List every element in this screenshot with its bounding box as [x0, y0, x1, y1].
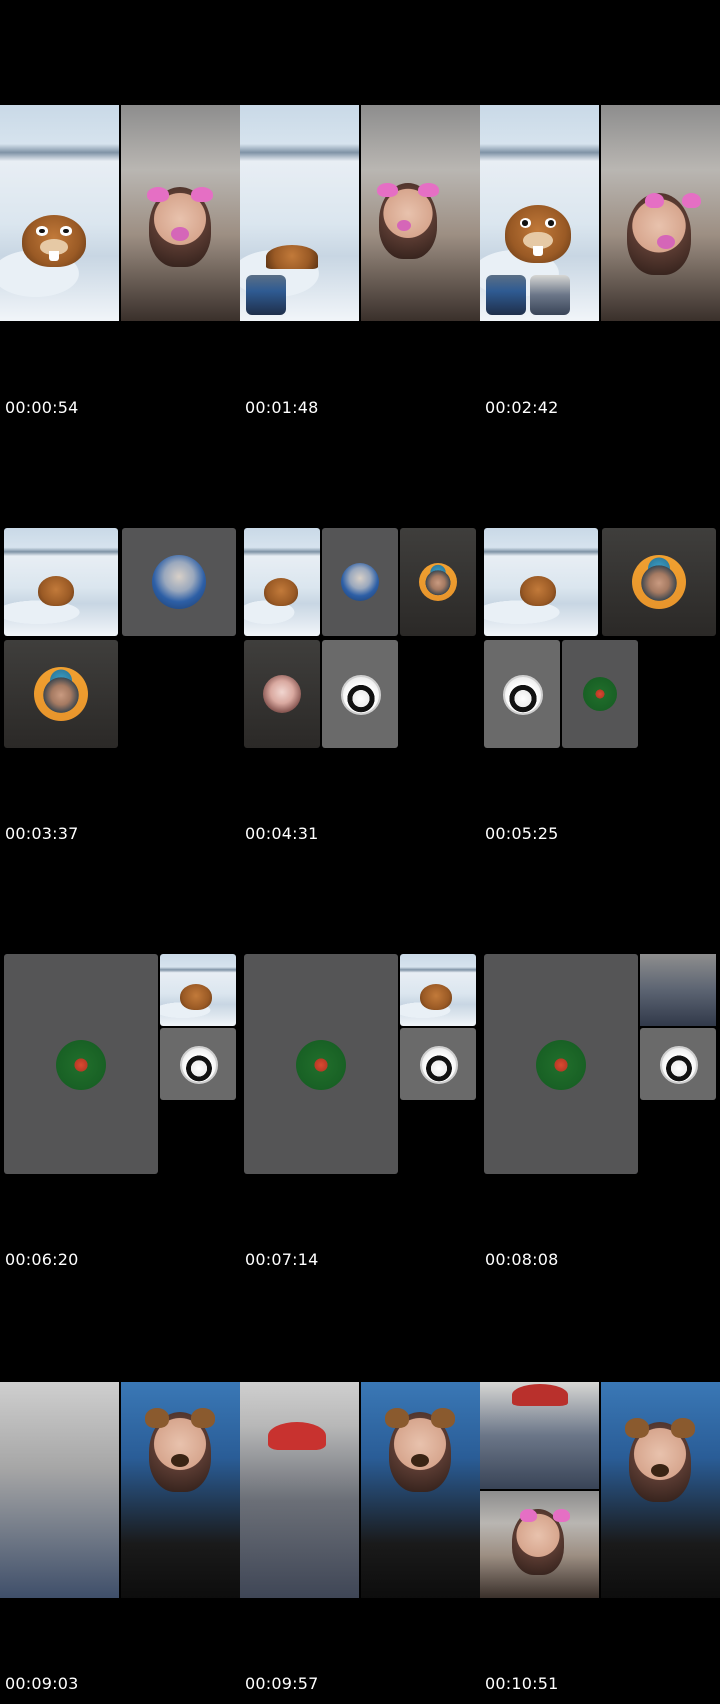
- tile-main-green: [244, 954, 398, 1174]
- participant-avatar: [503, 675, 543, 715]
- tile-girl-dog-filter: [121, 1382, 240, 1598]
- beaver-avatar: [264, 578, 298, 606]
- tile-beaver-snow: [0, 105, 119, 321]
- nose-filter: [651, 1464, 669, 1477]
- tile-beaver-snow: [484, 528, 598, 636]
- tile-girl-filter: [480, 1491, 599, 1598]
- tile-participant-bw: [400, 1028, 476, 1100]
- timestamp: 00:08:08: [485, 1250, 559, 1269]
- tile-mini-self: [246, 275, 286, 315]
- timestamp: 00:10:51: [485, 1674, 559, 1693]
- tile-beaver-snow: [4, 528, 118, 636]
- beaver-avatar: [266, 245, 318, 269]
- dog-ears-filter: [625, 1418, 695, 1446]
- tile-participant-bw: [322, 640, 398, 748]
- beaver-avatar: [22, 215, 86, 267]
- tile-girl-dog-filter: [601, 1382, 720, 1598]
- nose-filter: [411, 1454, 429, 1467]
- tile-participant-pink: [244, 640, 320, 748]
- participant-avatar: [34, 667, 88, 721]
- red-cap: [268, 1422, 326, 1450]
- bunny-ears-filter: [520, 1509, 570, 1527]
- participant-avatar: [263, 675, 301, 713]
- dog-ears-filter: [145, 1408, 215, 1436]
- thumbnail-10[interactable]: 00:09:03: [0, 1278, 240, 1704]
- participant-avatar: [632, 555, 686, 609]
- participant-avatar: [583, 677, 617, 711]
- tile-beaver-snow: [480, 105, 599, 321]
- thumbnail-7[interactable]: 00:06:20: [0, 852, 240, 1278]
- timestamp: 00:00:54: [5, 398, 79, 417]
- tile-participant-green: [562, 640, 638, 748]
- thumbnail-9[interactable]: 00:08:08: [480, 852, 720, 1278]
- participant-avatar: [660, 1046, 698, 1084]
- nose-filter: [171, 227, 189, 241]
- bunny-ears-filter: [377, 183, 439, 203]
- tile-participant-sunglasses: [480, 1382, 599, 1489]
- thumbnail-1[interactable]: 00:00:54: [0, 0, 240, 426]
- nose-filter: [397, 220, 411, 231]
- tile-girl-filter: [601, 105, 720, 321]
- tile-participant-cap: [4, 640, 118, 748]
- tile-participant-hood: [640, 954, 716, 1026]
- thumbnail-2[interactable]: 00:01:48: [240, 0, 480, 426]
- timestamp: 00:04:31: [245, 824, 319, 843]
- beaver-avatar: [38, 576, 74, 606]
- tile-participant-blue: [122, 528, 236, 636]
- thumbnail-6[interactable]: 00:05:25: [480, 426, 720, 852]
- tile-participant-redcap: [240, 1382, 359, 1598]
- tile-participant-bw: [640, 1028, 716, 1100]
- thumbnail-3[interactable]: 00:02:42: [480, 0, 720, 426]
- participant-avatar: [296, 1040, 346, 1090]
- tile-beaver-snow: [240, 105, 359, 321]
- tile-beaver-snow: [244, 528, 320, 636]
- tile-beaver-snow: [400, 954, 476, 1026]
- bunny-ears-filter: [645, 193, 701, 215]
- tile-main-green: [484, 954, 638, 1174]
- timestamp: 00:02:42: [485, 398, 559, 417]
- dog-ears-filter: [385, 1408, 455, 1436]
- tile-girl-filter: [121, 105, 240, 321]
- participant-avatar: [341, 563, 379, 601]
- tile-main-green: [4, 954, 158, 1174]
- timestamp: 00:09:03: [5, 1674, 79, 1693]
- timestamp: 00:06:20: [5, 1250, 79, 1269]
- tile-participant-bw: [484, 640, 560, 748]
- beaver-avatar: [180, 984, 212, 1010]
- tile-participant-bw: [160, 1028, 236, 1100]
- thumbnail-4[interactable]: 00:03:37: [0, 426, 240, 852]
- tile-mini-blue: [486, 275, 526, 315]
- participant-avatar: [180, 1046, 218, 1084]
- tile-participant-blue: [322, 528, 398, 636]
- thumbnail-8[interactable]: 00:07:14: [240, 852, 480, 1278]
- participant-avatar: [419, 563, 457, 601]
- thumbnail-11[interactable]: 00:09:57: [240, 1278, 480, 1704]
- tile-participant-cap: [400, 528, 476, 636]
- nose-filter: [171, 1454, 189, 1467]
- participant-avatar: [152, 555, 206, 609]
- timestamp: 00:01:48: [245, 398, 319, 417]
- tile-girl-filter: [361, 105, 480, 321]
- timestamp: 00:05:25: [485, 824, 559, 843]
- tile-mini-cap: [530, 275, 570, 315]
- red-cap: [512, 1384, 568, 1406]
- participant-avatar: [536, 1040, 586, 1090]
- timestamp: 00:07:14: [245, 1250, 319, 1269]
- beaver-avatar: [505, 205, 571, 263]
- participant-avatar: [341, 675, 381, 715]
- beaver-avatar: [520, 576, 556, 606]
- tile-participant-cap: [602, 528, 716, 636]
- timestamp: 00:03:37: [5, 824, 79, 843]
- bunny-ears-filter: [147, 187, 213, 209]
- thumbnail-5[interactable]: 00:04:31: [240, 426, 480, 852]
- tile-girl-dog-filter: [361, 1382, 480, 1598]
- nose-filter: [657, 235, 675, 249]
- participant-avatar: [420, 1046, 458, 1084]
- tile-participant-blur: [0, 1382, 119, 1598]
- thumbnail-12[interactable]: 00:10:51: [480, 1278, 720, 1704]
- participant-avatar: [56, 1040, 106, 1090]
- tile-beaver-snow: [160, 954, 236, 1026]
- beaver-avatar: [420, 984, 452, 1010]
- timestamp: 00:09:57: [245, 1674, 319, 1693]
